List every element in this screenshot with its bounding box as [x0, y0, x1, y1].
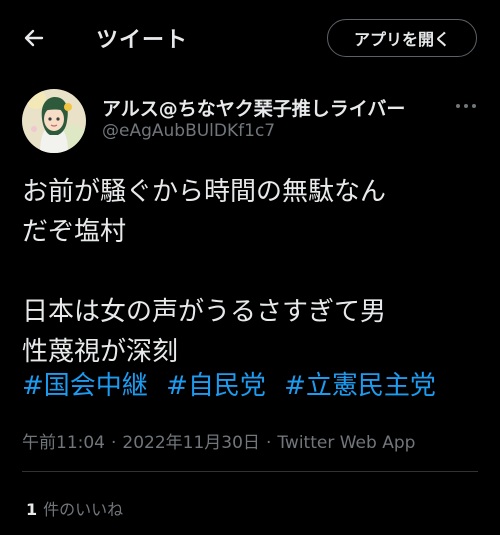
hashtag-list: #国会中継 #自民党 #立憲民主党: [22, 368, 446, 404]
avatar[interactable]: [22, 89, 86, 153]
author-display-name[interactable]: アルス@ちなヤク琹子推しライバー: [102, 94, 405, 121]
divider: [22, 471, 478, 472]
more-dot-icon: [464, 104, 468, 108]
tweet-text-line: だぞ塩村: [22, 217, 127, 247]
tweet-text-blank-line: [22, 252, 482, 292]
top-bar: ツイート アプリを開く: [0, 0, 500, 75]
tweet-metadata: 午前11:04 · 2022年11月30日 · Twitter Web App: [22, 428, 415, 453]
tweet-text: お前が騒ぐから時間の無駄なん だぞ塩村 日本は女の声がうるさすぎて男 性蔑視が深…: [22, 172, 482, 372]
tweet-text-line: 性蔑視が深刻: [22, 337, 179, 367]
hashtag-link[interactable]: #国会中継: [22, 371, 148, 401]
more-dot-icon: [472, 104, 476, 108]
back-button[interactable]: [18, 22, 50, 54]
more-dot-icon: [456, 104, 460, 108]
tweet-text-line: お前が騒ぐから時間の無駄なん: [22, 177, 387, 207]
open-app-button[interactable]: アプリを開く: [327, 19, 477, 57]
tweet-text-line: 日本は女の声がうるさすぎて男: [22, 297, 387, 327]
page-title: ツイート: [96, 28, 189, 53]
likes-number: 1: [26, 500, 38, 519]
hashtag-link[interactable]: #立憲民主党: [284, 371, 436, 401]
author-handle[interactable]: @eAgAubBUlDKf1c7: [102, 121, 275, 141]
likes-count[interactable]: 1 件のいいね: [26, 496, 123, 520]
hashtag-link[interactable]: #自民党: [166, 371, 266, 401]
tweet-time[interactable]: 午前11:04: [22, 433, 105, 453]
arrow-left-icon: [24, 29, 44, 47]
likes-label: 件のいいね: [43, 500, 124, 519]
tweet-date[interactable]: 2022年11月30日: [122, 433, 260, 453]
meta-separator: ·: [265, 433, 272, 453]
meta-separator: ·: [111, 433, 117, 453]
avatar-image: [22, 89, 86, 153]
more-options-button[interactable]: [452, 96, 480, 116]
tweet-source[interactable]: Twitter Web App: [277, 433, 415, 453]
